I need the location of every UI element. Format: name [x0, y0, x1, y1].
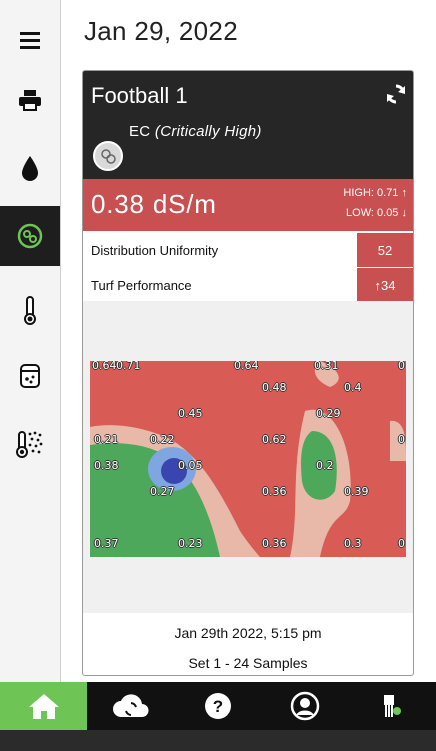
- map-point: 0: [398, 537, 405, 550]
- refresh-button[interactable]: [385, 83, 407, 110]
- map-point: 0.62: [262, 433, 287, 446]
- cloud-sync-icon: [112, 694, 148, 717]
- map-point: 0: [398, 361, 405, 372]
- salinity-icon: [20, 364, 40, 388]
- map-point: 0.21: [94, 433, 119, 446]
- page-date: Jan 29, 2022: [84, 16, 238, 46]
- ec-button[interactable]: [0, 206, 60, 266]
- heatmap-area: 0.64 0.71 0.64 0.31 0 0.48 0.4 0.45 0.29…: [83, 301, 413, 613]
- sensor-badge-icon: [93, 141, 123, 171]
- salinity-button[interactable]: [0, 346, 60, 406]
- metric-value: 52: [357, 233, 413, 267]
- map-point: 0.27: [150, 485, 175, 498]
- map-point: 0.71: [116, 361, 141, 372]
- map-point: 0.31: [314, 361, 339, 372]
- water-drop-icon: [22, 156, 38, 181]
- reading-bar: 0.38 dS/m HIGH: 0.71 ↑ LOW: 0.05 ↓: [83, 179, 413, 231]
- nav-account[interactable]: [261, 682, 348, 730]
- moisture-button[interactable]: [0, 138, 60, 198]
- metric-label: Distribution Uniformity: [91, 243, 219, 258]
- refresh-icon: [387, 84, 405, 104]
- help-icon: ?: [204, 693, 231, 719]
- map-point: 0.45: [178, 407, 203, 420]
- thermometer-icon: [24, 296, 36, 325]
- sample-set: Set 1 - 24 Samples: [188, 655, 308, 671]
- low-value: LOW: 0.05 ↓: [346, 207, 407, 219]
- map-point: 0.3: [344, 537, 362, 550]
- sidebar: [0, 0, 61, 682]
- high-value: HIGH: 0.71 ↑: [343, 187, 407, 199]
- card-header: Football 1 EC (Critically High): [83, 71, 413, 179]
- map-point: 0.37: [94, 537, 119, 550]
- nav-home[interactable]: [0, 682, 87, 730]
- metric-row: Turf Performance ↑ 34: [83, 268, 413, 302]
- system-bar: [0, 730, 436, 751]
- reading-value: 0.38 dS/m: [91, 189, 217, 219]
- card-title: Football 1: [91, 83, 188, 108]
- map-point: 0.64: [92, 361, 117, 372]
- arrow-down-icon: ↓: [398, 207, 407, 219]
- reading-timestamp: Jan 29th 2022, 5:15 pm: [174, 625, 322, 641]
- map-point: 0.38: [94, 459, 119, 472]
- nav-help[interactable]: ?: [174, 682, 261, 730]
- ec-sensor-icon: [17, 223, 43, 249]
- status-text: (Critically High): [154, 123, 262, 140]
- map-point: 0.2: [316, 459, 334, 472]
- soil-temperature-icon: [16, 431, 43, 458]
- map-point: 0.4: [344, 381, 362, 394]
- map-point: 0.29: [316, 407, 341, 420]
- soil-temperature-button[interactable]: [0, 414, 60, 474]
- print-button[interactable]: [0, 70, 60, 130]
- map-point: 0.36: [262, 485, 287, 498]
- menu-icon: [20, 32, 40, 49]
- map-point: 0.23: [178, 537, 203, 550]
- temperature-button[interactable]: [0, 280, 60, 340]
- map-point: 0.48: [262, 381, 287, 394]
- sensor-name: EC: [129, 123, 151, 140]
- map-point: 0.22: [150, 433, 175, 446]
- bottom-nav: ?: [0, 682, 436, 730]
- metric-value: ↑ 34: [357, 268, 413, 302]
- ec-card: Football 1 EC (Critically High) 0.38 dS/…: [82, 70, 414, 676]
- svg-text:?: ?: [212, 697, 222, 716]
- map-point: 0.36: [262, 537, 287, 550]
- sensor-status: EC (Critically High): [129, 123, 262, 140]
- printer-icon: [19, 90, 41, 111]
- metric-label: Turf Performance: [91, 278, 192, 293]
- map-point: 0.64: [234, 361, 259, 372]
- nav-sync[interactable]: [87, 682, 174, 730]
- map-point: 0.05: [178, 459, 203, 472]
- menu-button[interactable]: [0, 10, 60, 70]
- home-icon: [28, 694, 59, 719]
- metric-row: Distribution Uniformity 52: [83, 233, 413, 267]
- arrow-up-icon: ↑: [398, 187, 407, 199]
- heatmap: 0.64 0.71 0.64 0.31 0 0.48 0.4 0.45 0.29…: [90, 361, 406, 557]
- map-point: 0.39: [344, 485, 369, 498]
- device-status-icon: [383, 695, 401, 717]
- account-icon: [290, 691, 319, 721]
- map-point: 0: [398, 433, 405, 446]
- nav-devices[interactable]: [348, 682, 435, 730]
